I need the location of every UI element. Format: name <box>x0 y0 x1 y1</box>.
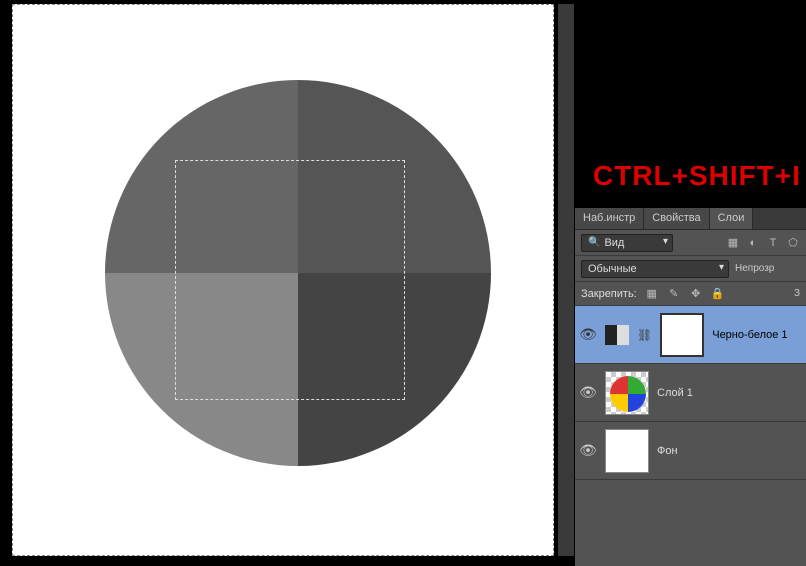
visibility-toggle[interactable]: 👁 <box>579 384 597 401</box>
tab-layers[interactable]: Слои <box>710 208 754 229</box>
blend-mode-value: Обычные <box>588 263 637 275</box>
blend-mode-dropdown[interactable]: Обычные <box>581 260 729 278</box>
filter-shape-icon[interactable]: ⬠ <box>786 236 800 250</box>
lock-label: Закрепить: <box>581 288 637 300</box>
layers-list: 👁 ⛓ Черно-белое 1 👁 Слой 1 👁 Фон <box>575 306 806 480</box>
layer-name[interactable]: Черно-белое 1 <box>712 329 787 341</box>
filter-row: 🔍 Вид ▦ ◐ T ⬠ <box>575 230 806 256</box>
search-icon: 🔍 <box>588 237 600 248</box>
layer-name[interactable]: Слой 1 <box>657 387 693 399</box>
tab-tools[interactable]: Наб.инстр <box>575 208 644 229</box>
thumbnail-circle <box>610 376 646 412</box>
fill-label: З <box>794 288 800 299</box>
opacity-label: Непрозр <box>735 263 774 274</box>
layers-panel: Наб.инстр Свойства Слои 🔍 Вид ▦ ◐ T ⬠ Об… <box>575 208 806 566</box>
layer-row-adjustment[interactable]: 👁 ⛓ Черно-белое 1 <box>575 306 806 364</box>
layer-thumbnail[interactable] <box>605 429 649 473</box>
filter-type-icon[interactable]: T <box>766 236 780 250</box>
layer-mask-thumbnail[interactable] <box>660 313 704 357</box>
visibility-toggle[interactable]: 👁 <box>579 326 597 343</box>
tab-properties[interactable]: Свойства <box>644 208 709 229</box>
lock-icons: ▦ ✎ ✥ 🔒 <box>645 287 725 301</box>
hotkey-overlay: CTRL+SHIFT+I <box>593 160 801 192</box>
filter-image-icon[interactable]: ▦ <box>726 236 740 250</box>
layer-row-background[interactable]: 👁 Фон <box>575 422 806 480</box>
layer-thumbnail[interactable] <box>605 371 649 415</box>
filter-adjustment-icon[interactable]: ◐ <box>746 236 760 250</box>
ruler-vertical <box>558 4 574 556</box>
bw-icon-half <box>617 325 629 345</box>
layer-filter-dropdown[interactable]: 🔍 Вид <box>581 234 673 252</box>
lock-paint-icon[interactable]: ✎ <box>667 287 681 301</box>
layer-row-pixel[interactable]: 👁 Слой 1 <box>575 364 806 422</box>
lock-all-icon[interactable]: 🔒 <box>711 287 725 301</box>
bw-icon-half <box>605 325 617 345</box>
filter-label: Вид <box>604 237 624 249</box>
panel-tabs: Наб.инстр Свойства Слои <box>575 208 806 230</box>
canvas[interactable] <box>12 4 554 556</box>
lock-transparent-icon[interactable]: ▦ <box>645 287 659 301</box>
lock-row: Закрепить: ▦ ✎ ✥ 🔒 З <box>575 282 806 306</box>
visibility-toggle[interactable]: 👁 <box>579 442 597 459</box>
adjustment-thumbnail[interactable] <box>605 325 629 345</box>
lock-move-icon[interactable]: ✥ <box>689 287 703 301</box>
layer-name[interactable]: Фон <box>657 445 678 457</box>
selection-marquee[interactable] <box>175 160 405 400</box>
filter-type-icons: ▦ ◐ T ⬠ <box>726 236 800 250</box>
blend-row: Обычные Непрозр <box>575 256 806 282</box>
link-icon[interactable]: ⛓ <box>637 328 652 342</box>
